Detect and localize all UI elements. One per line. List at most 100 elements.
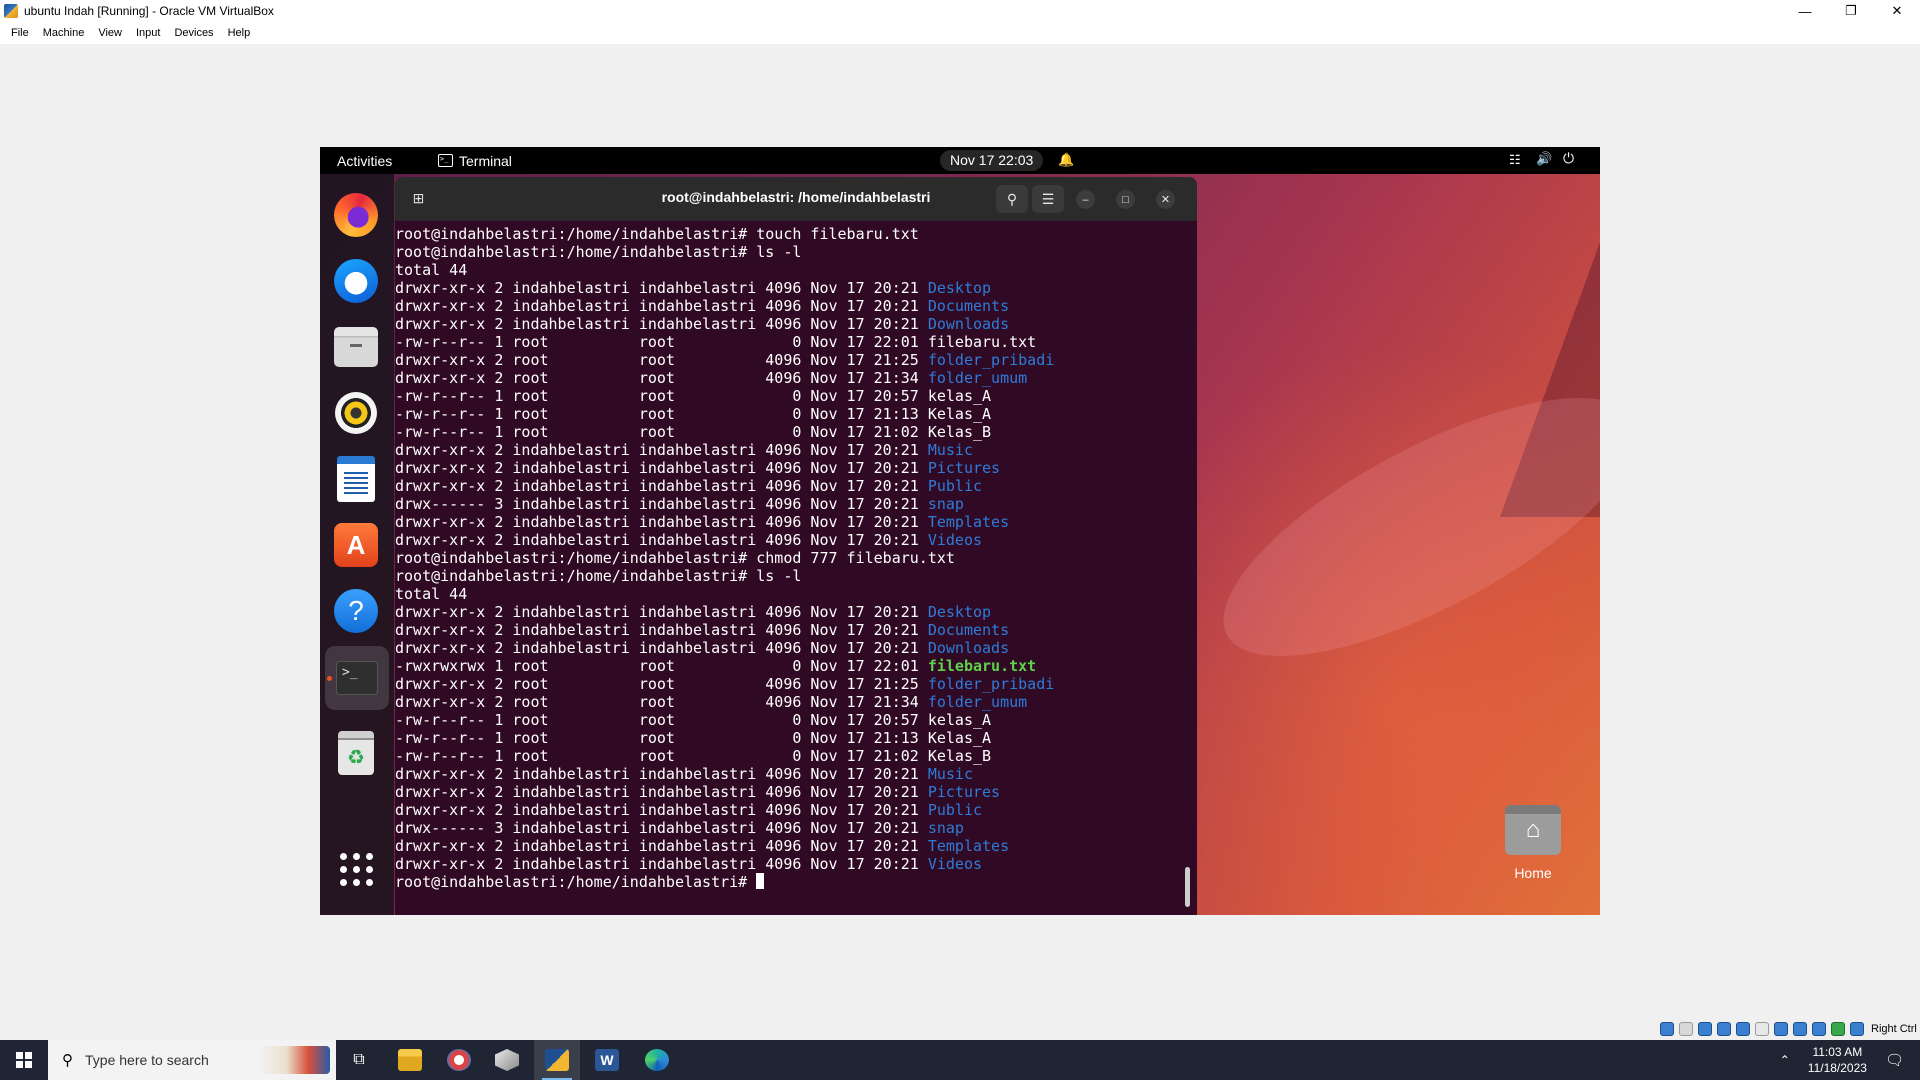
terminal-icon: >_ — [438, 154, 453, 167]
taskbar-file-explorer[interactable] — [387, 1040, 433, 1080]
usb-icon[interactable] — [1736, 1022, 1750, 1036]
shared-folder-icon[interactable] — [1755, 1022, 1769, 1036]
terminal-line: -rw-r--r-- 1 root root 0 Nov 17 21:02 Ke… — [395, 747, 1185, 765]
close-button[interactable]: ✕ — [1156, 190, 1175, 209]
taskbar-search-box[interactable]: ⚲ Type here to search — [48, 1040, 336, 1080]
dock-help[interactable]: ? — [333, 588, 379, 634]
search-button[interactable]: ⚲ — [996, 185, 1028, 213]
terminal-line: total 44 — [395, 585, 1185, 603]
power-icon[interactable]: ⏻ — [1563, 150, 1574, 167]
terminal-entry-name: Public — [927, 801, 983, 819]
volume-icon[interactable]: 🔊 — [1536, 151, 1552, 167]
clock[interactable]: Nov 17 22:03 — [940, 150, 1044, 171]
cpu-icon[interactable] — [1812, 1022, 1826, 1036]
recording-icon[interactable] — [1793, 1022, 1807, 1036]
dock-writer[interactable] — [333, 456, 379, 502]
dock-show-apps[interactable] — [333, 846, 379, 892]
optical-drive-icon[interactable] — [1679, 1022, 1693, 1036]
terminal-prompt-line[interactable]: root@indahbelastri:/home/indahbelastri# — [395, 873, 1185, 891]
search-icon: ⚲ — [62, 1052, 73, 1069]
terminal-entry-name: snap — [927, 819, 964, 837]
terminal-line-text: drwxr-xr-x 2 indahbelastri indahbelastri… — [395, 765, 928, 783]
menu-file[interactable]: File — [4, 27, 36, 39]
window-controls: — ❐ ✕ — [1782, 0, 1920, 22]
notification-icon[interactable]: 🗨 — [1885, 1051, 1904, 1069]
dock-terminal[interactable]: >_ — [325, 646, 389, 710]
bell-icon: 🔔 — [1058, 152, 1075, 167]
terminal-entry-name: Pictures — [927, 459, 1001, 477]
dock-thunderbird[interactable] — [333, 258, 379, 304]
dock-rhythmbox[interactable] — [333, 390, 379, 436]
terminal-line-text: drwxr-xr-x 2 indahbelastri indahbelastri… — [395, 531, 928, 549]
menu-devices[interactable]: Devices — [167, 27, 220, 39]
terminal-line: drwx------ 3 indahbelastri indahbelastri… — [395, 495, 1185, 513]
mouse-integration-icon[interactable] — [1831, 1022, 1845, 1036]
maximize-button[interactable]: □ — [1116, 190, 1135, 209]
taskbar-app[interactable] — [484, 1040, 530, 1080]
display-icon[interactable] — [1774, 1022, 1788, 1036]
taskbar-edge[interactable] — [634, 1040, 680, 1080]
terminal-output[interactable]: root@indahbelastri:/home/indahbelastri# … — [395, 225, 1185, 915]
task-view-button[interactable]: ⧉ — [336, 1040, 382, 1080]
keyboard-icon[interactable] — [1850, 1022, 1864, 1036]
home-folder-icon[interactable]: ⌂ — [1505, 805, 1561, 855]
terminal-entry-name: filebaru.txt — [927, 333, 1037, 351]
taskbar-date: 11/18/2023 — [1807, 1061, 1867, 1075]
menu-machine[interactable]: Machine — [36, 27, 92, 39]
terminal-scrollbar[interactable] — [1185, 867, 1190, 907]
terminal-line: drwxr-xr-x 2 root root 4096 Nov 17 21:25… — [395, 351, 1185, 369]
terminal-prompt: root@indahbelastri:/home/indahbelastri# — [395, 873, 757, 891]
window-title: ubuntu Indah [Running] - Oracle VM Virtu… — [24, 4, 274, 18]
taskbar-app[interactable] — [436, 1040, 482, 1080]
terminal-line: root@indahbelastri:/home/indahbelastri# … — [395, 567, 1185, 585]
show-hidden-icons-button[interactable]: ⌃ — [1780, 1053, 1790, 1067]
firefox-icon — [334, 193, 378, 237]
taskbar-word[interactable]: W — [584, 1040, 630, 1080]
terminal-line-text: drwxr-xr-x 2 root root 4096 Nov 17 21:25 — [395, 675, 928, 693]
terminal-line-text: drwxr-xr-x 2 root root 4096 Nov 17 21:25 — [395, 351, 928, 369]
terminal-entry-name: Kelas_A — [927, 729, 992, 747]
minimize-button[interactable]: — — [1782, 0, 1828, 22]
dock-files[interactable] — [333, 324, 379, 370]
start-button[interactable] — [0, 1040, 48, 1080]
terminal-line-text: -rw-r--r-- 1 root root 0 Nov 17 20:57 — [395, 711, 928, 729]
app-menu-label[interactable]: Terminal — [459, 153, 512, 169]
menu-help[interactable]: Help — [221, 27, 258, 39]
app-icon — [495, 1049, 519, 1071]
activities-button[interactable]: Activities — [337, 153, 392, 169]
terminal-window[interactable]: ⊞ root@indahbelastri: /home/indahbelastr… — [395, 177, 1197, 915]
terminal-line: -rwxrwxrwx 1 root root 0 Nov 17 22:01 fi… — [395, 657, 1185, 675]
terminal-line: drwxr-xr-x 2 indahbelastri indahbelastri… — [395, 603, 1185, 621]
terminal-line: -rw-r--r-- 1 root root 0 Nov 17 21:13 Ke… — [395, 729, 1185, 747]
taskbar-clock[interactable]: 11:03 AM 11/18/2023 — [1808, 1044, 1867, 1076]
taskbar-virtualbox[interactable] — [534, 1040, 580, 1080]
hdd-icon[interactable] — [1660, 1022, 1674, 1036]
terminal-line: drwxr-xr-x 2 root root 4096 Nov 17 21:34… — [395, 369, 1185, 387]
network-icon[interactable] — [1717, 1022, 1731, 1036]
minimize-button[interactable]: – — [1076, 190, 1095, 209]
terminal-line-text: total 44 — [395, 261, 468, 279]
show-apps-icon — [339, 852, 373, 886]
dock-app-center[interactable]: A — [333, 522, 379, 568]
terminal-line: drwxr-xr-x 2 indahbelastri indahbelastri… — [395, 297, 1185, 315]
terminal-entry-name: kelas_A — [927, 387, 992, 405]
restore-button[interactable]: ❐ — [1828, 0, 1874, 22]
menu-view[interactable]: View — [91, 27, 129, 39]
vbox-titlebar: ubuntu Indah [Running] - Oracle VM Virtu… — [0, 0, 1920, 22]
terminal-entry-name: snap — [927, 495, 964, 513]
dock-firefox[interactable] — [333, 192, 379, 238]
terminal-line-text: drwxr-xr-x 2 indahbelastri indahbelastri… — [395, 639, 928, 657]
home-folder-label[interactable]: Home — [1498, 865, 1568, 881]
terminal-line-text: drwxr-xr-x 2 indahbelastri indahbelastri… — [395, 837, 928, 855]
terminal-line: drwxr-xr-x 2 indahbelastri indahbelastri… — [395, 477, 1185, 495]
dock-trash[interactable]: ♻ — [333, 730, 379, 776]
vbox-statusbar: Right Ctrl — [1660, 1020, 1917, 1038]
terminal-entry-name: Pictures — [927, 783, 1001, 801]
menu-button[interactable]: ☰ — [1032, 185, 1064, 213]
terminal-line-text: drwxr-xr-x 2 indahbelastri indahbelastri… — [395, 801, 928, 819]
menu-input[interactable]: Input — [129, 27, 167, 39]
close-button[interactable]: ✕ — [1874, 0, 1920, 22]
network-icon[interactable]: ☷ — [1509, 152, 1521, 168]
terminal-entry-name: Downloads — [927, 315, 1010, 333]
audio-icon[interactable] — [1698, 1022, 1712, 1036]
